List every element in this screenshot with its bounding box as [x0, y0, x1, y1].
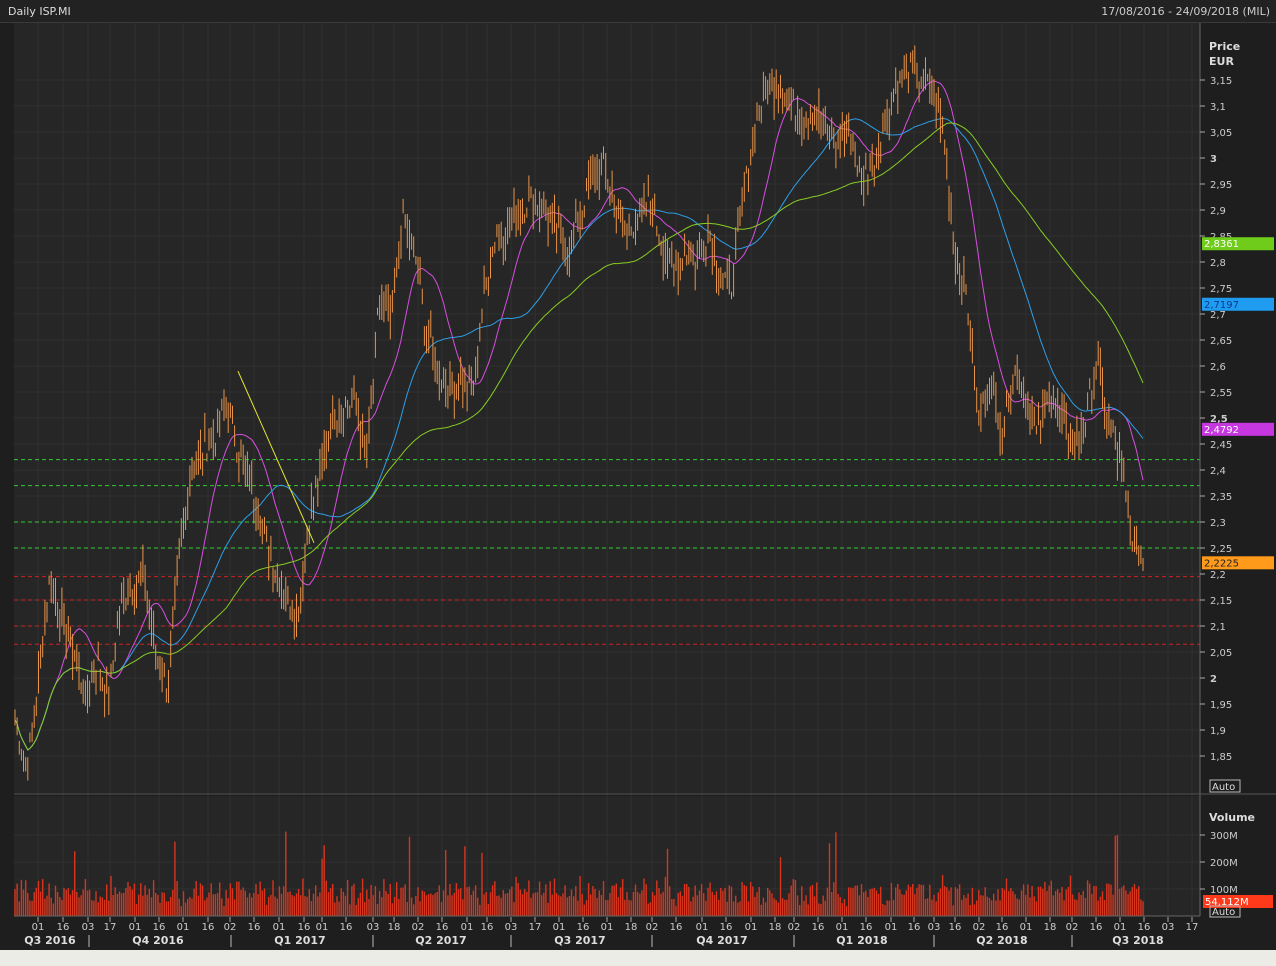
- quarter-label: Q3 2016: [24, 934, 76, 947]
- date-tick-label: 01: [885, 922, 898, 933]
- date-tick-label: 18: [388, 922, 401, 933]
- date-tick-label: 17: [104, 922, 117, 933]
- price-tick-label: 3,1: [1210, 102, 1226, 113]
- date-tick-label: 02: [788, 922, 801, 933]
- price-tick-label: 2,1: [1210, 622, 1226, 633]
- date-tick-label: 01: [177, 922, 190, 933]
- date-tick-label: 01: [1020, 922, 1033, 933]
- price-tick-label: 3,15: [1210, 76, 1232, 87]
- status-footer: [0, 950, 1276, 966]
- date-tick-label: 02: [412, 922, 425, 933]
- price-tick-label: 3,05: [1210, 128, 1232, 139]
- date-tick-label: 03: [1162, 922, 1175, 933]
- date-tick-label: 03: [928, 922, 941, 933]
- price-axis-title: Price: [1209, 40, 1240, 53]
- date-tick-label: 16: [202, 922, 215, 933]
- quarter-label: Q4 2016: [132, 934, 184, 947]
- price-tick-label: 3: [1210, 154, 1217, 165]
- date-tick-label: 16: [1090, 922, 1103, 933]
- date-tick-label: 16: [908, 922, 921, 933]
- date-tick-label: 16: [812, 922, 825, 933]
- quarter-label: Q3 2018: [1112, 934, 1163, 947]
- price-tick-label: 2,65: [1210, 336, 1232, 347]
- price-tick-label: 2,35: [1210, 492, 1232, 503]
- date-tick-label: 16: [298, 922, 311, 933]
- volume-tick-label: 200M: [1210, 858, 1238, 869]
- volume-tick-label: 300M: [1210, 831, 1238, 842]
- date-tick-label: 16: [248, 922, 261, 933]
- volume-axis-title: Volume: [1209, 811, 1255, 824]
- price-tick-label: 2,7: [1210, 310, 1226, 321]
- price-tick-label: 2,4: [1210, 466, 1226, 477]
- quarter-label: Q4 2017: [696, 934, 747, 947]
- date-tick-label: 01: [601, 922, 614, 933]
- price-tick-label: 1,95: [1210, 700, 1232, 711]
- date-tick-label: 18: [625, 922, 638, 933]
- price-tick-label: 2,75: [1210, 284, 1232, 295]
- ma-short-value: 2,4792: [1204, 425, 1239, 436]
- date-tick-label: 03: [82, 922, 95, 933]
- date-tick-label: 01: [316, 922, 329, 933]
- ma-mid-value: 2,7197: [1204, 300, 1239, 311]
- date-tick-label: 01: [745, 922, 758, 933]
- date-tick-label: 01: [273, 922, 286, 933]
- date-tick-label: 16: [577, 922, 590, 933]
- date-tick-label: 01: [1114, 922, 1127, 933]
- price-tick-label: 2,25: [1210, 544, 1232, 555]
- price-tick-label: 2: [1210, 674, 1217, 685]
- auto-scale-label[interactable]: Auto: [1212, 782, 1235, 793]
- date-tick-label: 16: [949, 922, 962, 933]
- date-tick-label: 18: [769, 922, 782, 933]
- quarter-label: Q2 2017: [415, 934, 466, 947]
- date-tick-label: 16: [436, 922, 449, 933]
- price-tick-label: 2,6: [1210, 362, 1226, 373]
- date-tick-label: 16: [1138, 922, 1151, 933]
- price-tick-label: 2,45: [1210, 440, 1232, 451]
- price-tick-label: 1,85: [1210, 752, 1232, 763]
- price-tick-label: 2,95: [1210, 180, 1232, 191]
- date-tick-label: 02: [973, 922, 986, 933]
- price-tick-label: 2,15: [1210, 596, 1232, 607]
- price-tick-label: 2,2: [1210, 570, 1226, 581]
- date-tick-label: 01: [32, 922, 45, 933]
- date-tick-label: 01: [461, 922, 474, 933]
- date-tick-label: 02: [1066, 922, 1079, 933]
- price-tick-label: 2,9: [1210, 206, 1226, 217]
- price-tick-label: 2,8: [1210, 258, 1226, 269]
- last-price-value: 2,2225: [1204, 558, 1239, 569]
- quarter-label: Q1 2018: [836, 934, 887, 947]
- date-tick-label: 02: [224, 922, 237, 933]
- date-tick-label: 02: [646, 922, 659, 933]
- date-tick-label: 01: [129, 922, 142, 933]
- price-chart[interactable]: 3,153,13,0532,952,92,852,82,752,72,652,6…: [0, 0, 1276, 950]
- quarter-label: Q2 2018: [976, 934, 1027, 947]
- date-tick-label: 01: [836, 922, 849, 933]
- date-tick-label: 01: [553, 922, 566, 933]
- price-tick-label: 2,55: [1210, 388, 1232, 399]
- date-tick-label: 16: [720, 922, 733, 933]
- date-tick-label: 03: [505, 922, 518, 933]
- date-tick-label: 16: [340, 922, 353, 933]
- currency-label: EUR: [1209, 55, 1234, 68]
- price-tick-label: 2,05: [1210, 648, 1232, 659]
- volume-tick-label: 100M: [1210, 885, 1238, 896]
- date-tick-label: 16: [670, 922, 683, 933]
- date-tick-label: 01: [696, 922, 709, 933]
- date-tick-label: 16: [153, 922, 166, 933]
- date-tick-label: 18: [1044, 922, 1057, 933]
- date-tick-label: 16: [860, 922, 873, 933]
- price-tick-label: 2,3: [1210, 518, 1226, 529]
- date-tick-label: 17: [1186, 922, 1199, 933]
- date-tick-label: 17: [529, 922, 542, 933]
- date-tick-label: 03: [367, 922, 380, 933]
- date-tick-label: 16: [481, 922, 494, 933]
- date-tick-label: 16: [996, 922, 1009, 933]
- price-tick-label: 1,9: [1210, 726, 1226, 737]
- ma-long-value: 2,8361: [1204, 239, 1239, 250]
- quarter-label: Q1 2017: [274, 934, 325, 947]
- date-tick-label: 16: [57, 922, 70, 933]
- quarter-label: Q3 2017: [554, 934, 605, 947]
- volume-auto-label[interactable]: Auto: [1212, 907, 1235, 918]
